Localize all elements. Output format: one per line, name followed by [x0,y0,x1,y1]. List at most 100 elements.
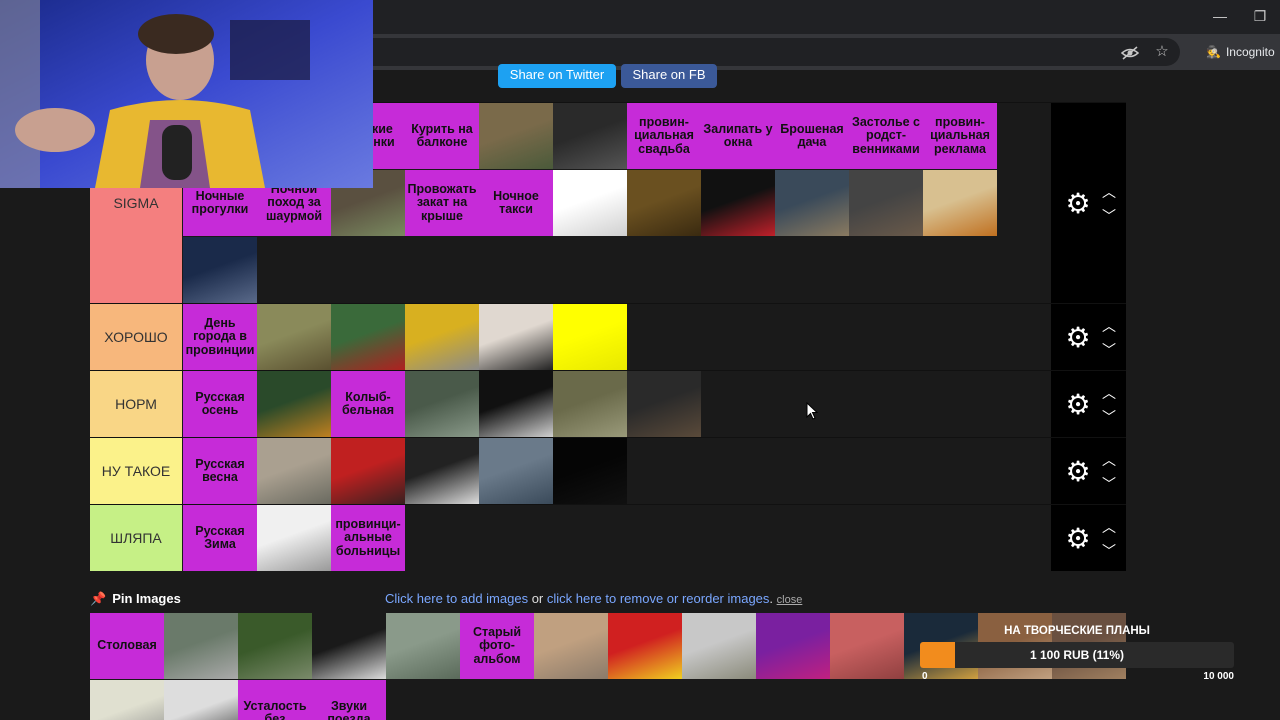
add-images-link[interactable]: Click here to add images [385,591,528,606]
tier-item-image-faces-cover[interactable] [479,371,553,437]
maximize-button[interactable]: ❐ [1248,6,1272,26]
pool-item-image-jpsi-logo[interactable] [312,613,386,679]
share-fb-button[interactable]: Share on FB [621,64,717,88]
tier-items[interactable]: День города в провинции [183,304,1049,370]
donation-max: 10 000 [1203,671,1234,682]
donation-widget: НА ТВОРЧЕСКИЕ ПЛАНЫ 1 100 RUB (11%) 0 10… [918,625,1236,685]
tier-item-text-card[interactable]: Ночное такси [479,170,553,236]
tier-item-image-vk-logo[interactable] [553,170,627,236]
pool-item-image-kiosk-photo[interactable] [164,613,238,679]
tier-item-image-panel-block-sketch[interactable] [257,505,331,571]
tier-item-image-album-cover-dark[interactable] [553,103,627,169]
pool-item-image-stairs-green-photo[interactable] [238,613,312,679]
chevron-up-icon[interactable]: ︿ [1099,319,1119,333]
tier-item-image-lenin-statue-photo[interactable] [257,438,331,504]
tier-item-text-card[interactable]: Русская осень [183,371,257,437]
tier-controls: ⚙ ︿ ﹀ [1051,438,1126,504]
share-twitter-button[interactable]: Share on Twitter [498,64,616,88]
tier-item-image-kino-cover[interactable] [553,438,627,504]
tier-item-image-red-car-poster[interactable] [331,304,405,370]
pool-item-image-cat-photo[interactable] [534,613,608,679]
tier-item-text-card[interactable]: Застолье с родст-венниками [849,103,923,169]
tier-row: ХОРОШО День города в провинции ⚙ ︿ ﹀ [90,303,1126,370]
tier-item-text-card[interactable]: провин-циальная реклама [923,103,997,169]
pool-item-image-food-photo[interactable] [164,680,238,720]
chevron-down-icon[interactable]: ﹀ [1099,410,1119,424]
star-icon[interactable]: ☆ [1152,42,1172,62]
chevron-up-icon[interactable]: ︿ [1099,386,1119,400]
tier-item-image-zheltyi-avtobus-cover[interactable] [553,304,627,370]
tier-item-image-train-window-photo[interactable] [775,170,849,236]
pool-item-text-card[interactable]: Старый фото-альбом [460,613,534,679]
tier-item-text-card[interactable]: Колыб-бельная [331,371,405,437]
tier-item-image-tea-lemons-photo[interactable] [923,170,997,236]
eye-off-icon[interactable] [1120,46,1140,66]
tier-item-image-doomer-life-meme[interactable] [405,438,479,504]
gear-icon[interactable]: ⚙ [1063,389,1093,420]
gear-icon[interactable]: ⚙ [1063,456,1093,487]
tier-item-text-card[interactable]: провин-циальная свадьба [627,103,701,169]
tier-item-image-obshchaga-poster[interactable] [331,438,405,504]
pool-item-text-card[interactable]: Усталость без [238,680,312,720]
pool-item-text-card[interactable]: Звуки поезда [312,680,386,720]
tier-item-image-leviafan-poster[interactable] [479,438,553,504]
pool-item-text-card[interactable]: Столовая [90,613,164,679]
tier-item-image-moskva-petushki-cover[interactable] [627,170,701,236]
tier-items[interactable]: Русская осень Колыб-бельная [183,371,1049,437]
tier-label[interactable]: НУ ТАКОЕ [90,438,182,504]
tier-label[interactable]: НОРМ [90,371,182,437]
tier-item-image-yellow-bus-photo[interactable] [405,304,479,370]
pool-item-image-stairs-sketch[interactable] [90,680,164,720]
tier-item-image-blocks-night-photo[interactable] [183,237,257,303]
chevron-down-icon[interactable]: ﹀ [1099,343,1119,357]
tier-label[interactable]: ХОРОШО [90,304,182,370]
pool-item-image-doshirak-pack[interactable] [608,613,682,679]
tier-items[interactable]: Русская весна [183,438,1049,504]
tier-item-image-man-portrait[interactable] [849,170,923,236]
chevron-up-icon[interactable]: ︿ [1099,453,1119,467]
minimize-button[interactable]: — [1208,6,1232,26]
gear-icon[interactable]: ⚙ [1063,523,1093,554]
tier-item-text-card[interactable]: Провожать закат на крыше [405,170,479,236]
chevron-down-icon[interactable]: ﹀ [1099,209,1119,223]
incognito-badge[interactable]: 🕵 Incognito [1196,39,1280,65]
tier-label[interactable]: ШЛЯПА [90,505,182,571]
remove-reorder-link[interactable]: click here to remove or reorder images [547,591,770,606]
pool-item-image-neon-poster[interactable] [756,613,830,679]
mouse-cursor [806,401,820,420]
tier-item-image-two-men-poster[interactable] [479,304,553,370]
address-bar[interactable]: ☆ [300,38,1180,66]
tier-item-image-soldier-photo[interactable] [553,371,627,437]
tier-item-text-card[interactable]: Залипать у окна [701,103,775,169]
tier-row: НОРМ Русская осень Колыб-бельная ⚙ ︿ ﹀ [90,370,1126,437]
tier-item-text-card[interactable]: Курить на балконе [405,103,479,169]
tier-item-image-village-photo[interactable] [405,371,479,437]
tier-item-image-shortparis-cover[interactable] [627,371,701,437]
tier-item-text-card[interactable]: День города в провинции [183,304,257,370]
gear-icon[interactable]: ⚙ [1063,188,1093,219]
tier-controls: ⚙ ︿ ﹀ [1051,371,1126,437]
tier-item-image-landscape-photo[interactable] [479,103,553,169]
tier-item-text-card[interactable]: Брошеная дача [775,103,849,169]
chevron-up-icon[interactable]: ︿ [1099,185,1119,199]
tier-item-image-lyapis-trubetskoy-logo[interactable] [701,170,775,236]
tier-item-text-card[interactable]: Русская Зима [183,505,257,571]
tier-item-text-card[interactable]: Русская весна [183,438,257,504]
gear-icon[interactable]: ⚙ [1063,322,1093,353]
dot-text: . [769,591,777,606]
tier-item-image-mir-druzhba-poster[interactable] [257,304,331,370]
chevron-up-icon[interactable]: ︿ [1099,520,1119,534]
pin-images-title[interactable]: 📌 Pin Images [90,588,181,610]
close-link[interactable]: close [777,594,803,606]
screen: — ❐ ☆ 🕵 Incognito Share on Twitter Share … [0,0,1280,720]
pool-item-image-garage-photo[interactable] [830,613,904,679]
pool-item-image-swing-photo[interactable] [682,613,756,679]
chevron-down-icon[interactable]: ﹀ [1099,544,1119,558]
tier-items[interactable]: Русская Зима провинци-альные больницы [183,505,1049,571]
donation-amount: 1 100 RUB (11%) [1029,648,1125,662]
chevron-down-icon[interactable]: ﹀ [1099,477,1119,491]
tier-item-image-psychedelic-head-art[interactable] [257,371,331,437]
tier-item-text-card[interactable]: провинци-альные больницы [331,505,405,571]
pool-item-image-old-car-photo[interactable] [386,613,460,679]
webcam-video [0,0,373,188]
